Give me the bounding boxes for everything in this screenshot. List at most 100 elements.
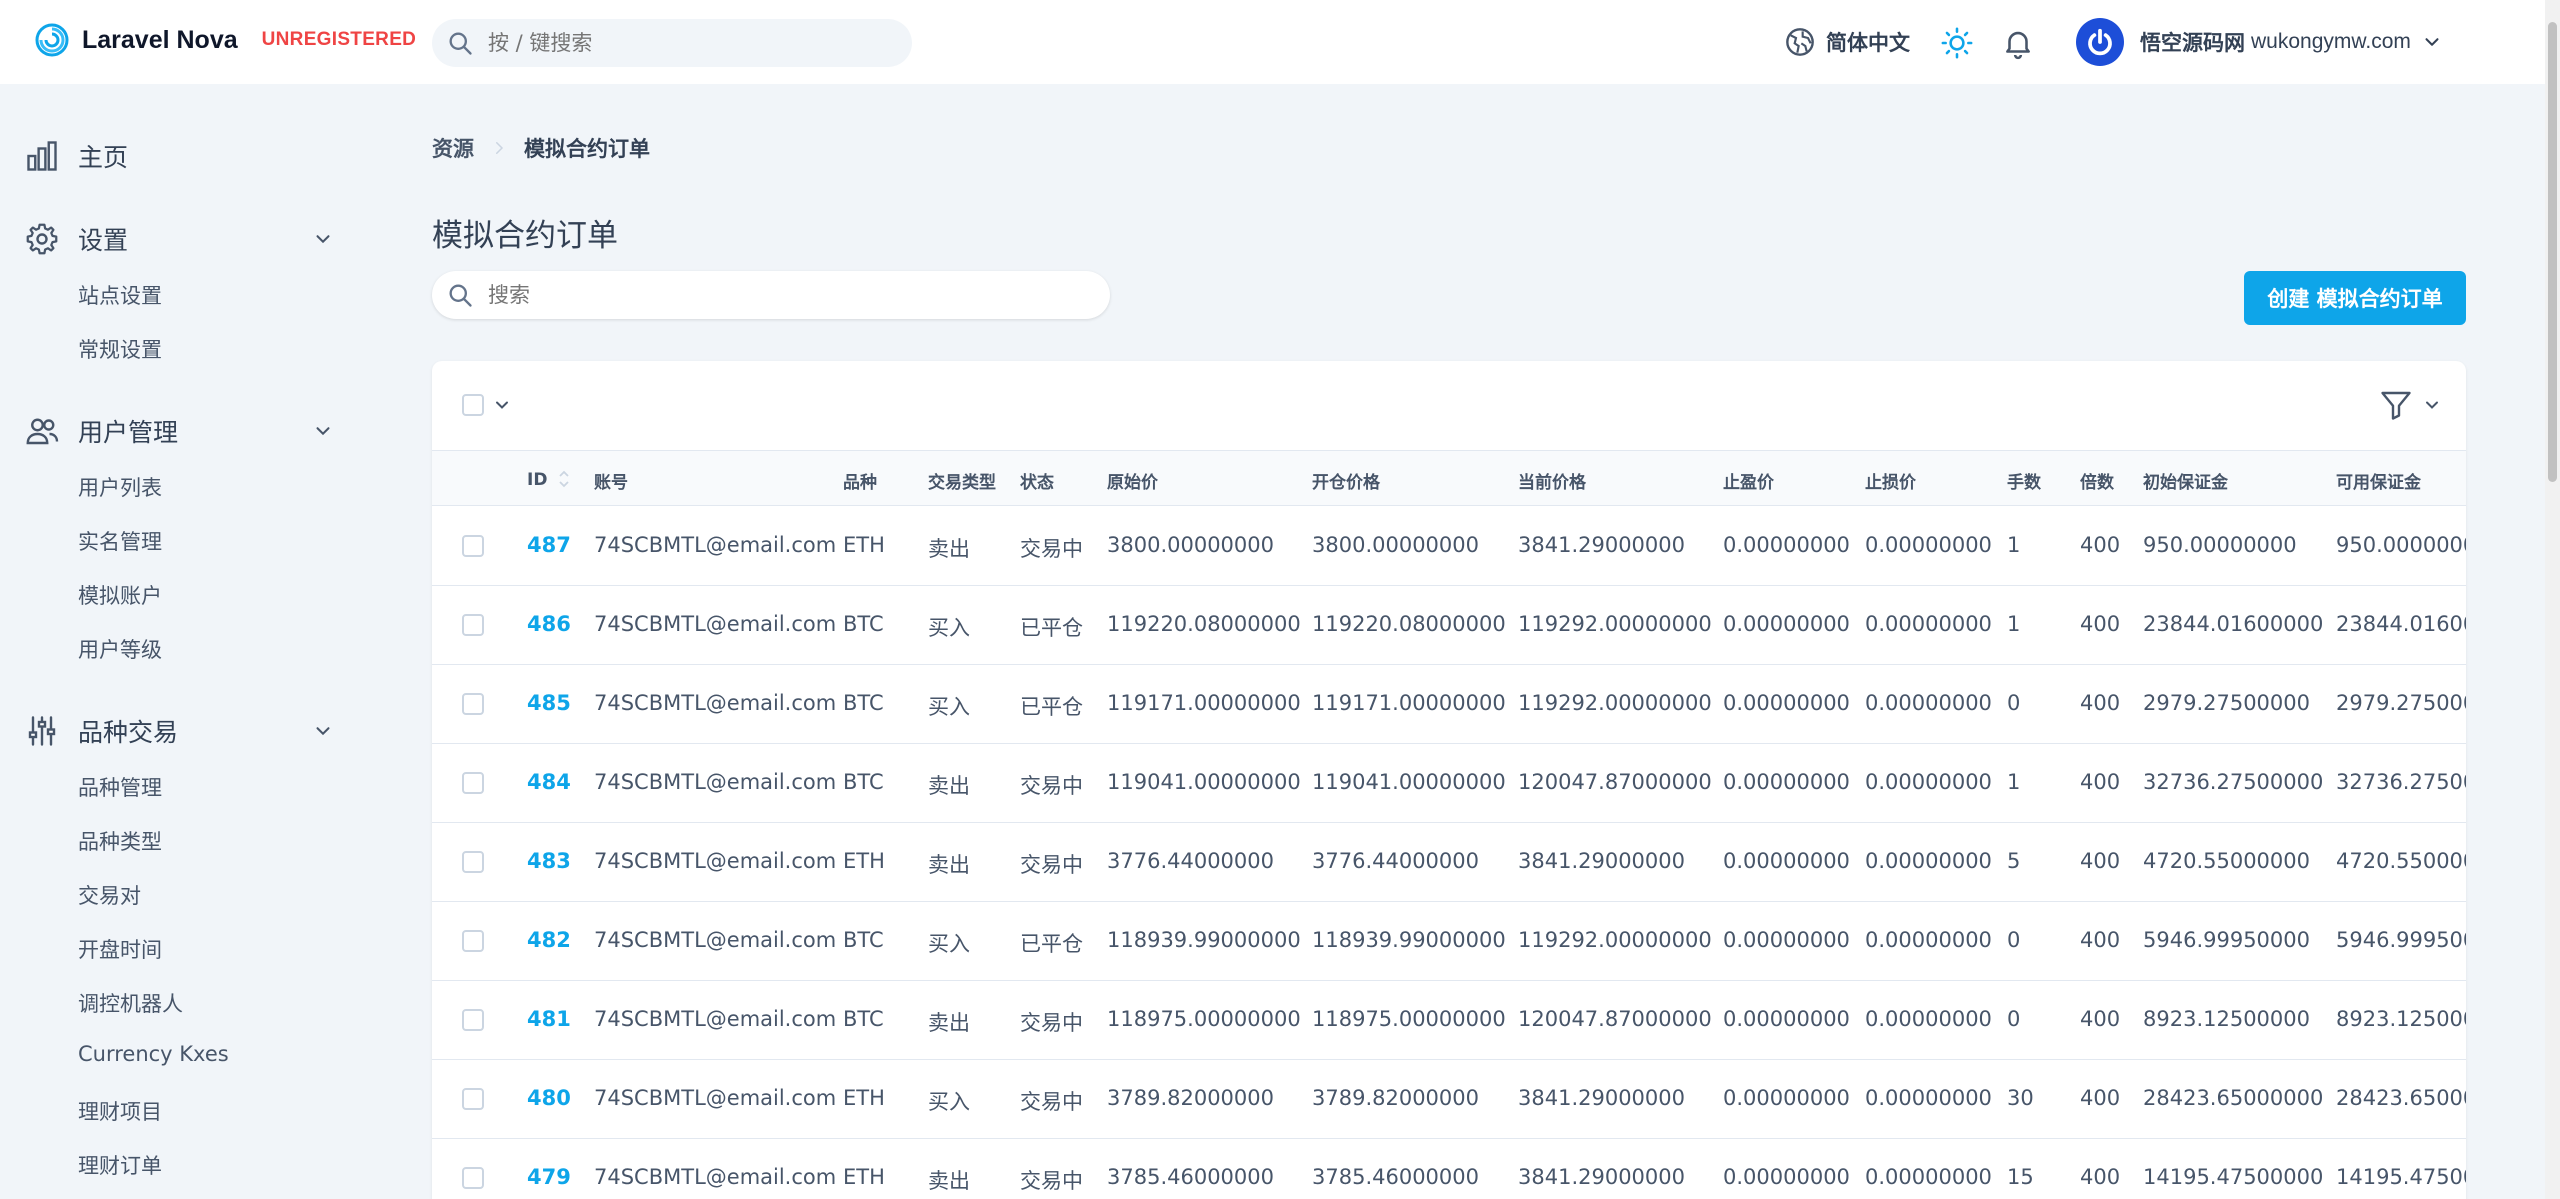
chevron-down-icon [2426,401,2438,409]
sort-icon [559,470,570,488]
table-row[interactable]: 479 74SCBMTL@email.com ETH 卖出 交易中 3785.460000… [432,1139,2466,1199]
cell-id[interactable]: 486 [527,612,571,636]
sidebar-item-general-settings[interactable]: 常规设置 [78,334,162,364]
row-checkbox[interactable] [462,772,484,794]
user-menu[interactable]: 悟空源码网 wukongymw.com [2076,18,2443,66]
sidebar-item-kyc[interactable]: 实名管理 [78,526,162,556]
language-switcher[interactable]: 简体中文 [1784,26,1910,58]
bell-icon[interactable] [2001,26,2035,60]
cell-id[interactable]: 487 [527,533,571,557]
sidebar-group-trading[interactable]: 品种交易 [24,713,334,749]
sidebar-item-site-settings[interactable]: 站点设置 [78,280,162,310]
cell-id[interactable]: 483 [527,849,571,873]
cell-trade-type: 买入 [928,695,970,719]
cell-id[interactable]: 484 [527,770,571,794]
sidebar-item-user-list[interactable]: 用户列表 [78,472,162,502]
global-search-input[interactable] [488,31,888,55]
table-header: ID 账号 品种 交易类型 状态 原始价 开仓价格 当前价格 止盈价 止损价 手… [432,451,2466,506]
cell-id[interactable]: 482 [527,928,571,952]
search-icon [449,32,472,55]
row-checkbox[interactable] [462,930,484,952]
cell-id[interactable]: 479 [527,1165,571,1189]
table-row[interactable]: 482 74SCBMTL@email.com BTC 买入 已平仓 118939.9900… [432,902,2466,981]
row-checkbox[interactable] [462,851,484,873]
cell-lots: 1 [2007,533,2021,557]
sidebar-group-settings[interactable]: 设置 [24,221,334,257]
resource-search-input[interactable] [488,283,1068,307]
table-row[interactable]: 486 74SCBMTL@email.com BTC 买入 已平仓 119220.0800… [432,586,2466,665]
cell-id[interactable]: 485 [527,691,571,715]
cell-take-profit: 0.00000000 [1723,1086,1850,1110]
cell-original-price: 3800.00000000 [1107,533,1275,557]
sun-icon[interactable] [1940,26,1974,60]
cell-stop-loss: 0.00000000 [1865,1086,1992,1110]
sidebar-item-opening-hours[interactable]: 开盘时间 [78,934,162,964]
table-row[interactable]: 484 74SCBMTL@email.com BTC 卖出 交易中 119041.0000… [432,744,2466,823]
select-all-checkbox[interactable] [462,394,484,416]
page-scrollbar[interactable] [2545,0,2560,1199]
sidebar-item-label: 设置 [78,226,129,255]
cell-id[interactable]: 480 [527,1086,571,1110]
filter-dropdown[interactable] [2378,387,2442,423]
resource-search[interactable] [432,271,1110,319]
cell-trade-type: 卖出 [928,537,970,561]
cell-leverage: 400 [2080,691,2121,715]
user-email: wukongymw.com [2251,30,2411,53]
row-checkbox[interactable] [462,693,484,715]
cell-account: 74SCBMTL@email.com [594,1165,837,1189]
column-available-margin: 可用保证金 [2336,473,2421,493]
table-row[interactable]: 483 74SCBMTL@email.com ETH 卖出 交易中 3776.440000… [432,823,2466,902]
sidebar-group-users[interactable]: 用户管理 [24,413,334,449]
row-checkbox[interactable] [462,535,484,557]
global-search[interactable] [432,19,912,67]
brand-logo[interactable]: Laravel Nova UNREGISTERED [34,22,416,58]
create-order-button[interactable]: 创建 模拟合约订单 [2244,271,2466,325]
sidebar-item-trading-pairs[interactable]: 交易对 [78,880,141,910]
cell-leverage: 400 [2080,1086,2121,1110]
resource-table-card: ID 账号 品种 交易类型 状态 原始价 开仓价格 当前价格 止盈价 止损价 手… [432,361,2466,1199]
sidebar-item-control-robot[interactable]: 调控机器人 [78,988,183,1018]
sidebar-item-demo-accounts[interactable]: 模拟账户 [78,580,162,610]
cell-status: 已平仓 [1020,616,1083,640]
select-all-control[interactable] [462,394,512,416]
sidebar-item-user-levels[interactable]: 用户等级 [78,634,162,664]
row-checkbox[interactable] [462,614,484,636]
cell-account: 74SCBMTL@email.com [594,1007,837,1031]
breadcrumb-root[interactable]: 资源 [432,133,474,163]
cell-lots: 30 [2007,1086,2034,1110]
sidebar-item-currency-kxes[interactable]: Currency Kxes [78,1042,229,1066]
cell-lots: 0 [2007,691,2021,715]
cell-initial-margin: 2979.27500000 [2143,691,2311,715]
cell-status: 已平仓 [1020,932,1083,956]
top-header: Laravel Nova UNREGISTERED 简体中文 悟空源码网 wuk… [0,0,2545,84]
cell-available-margin: 23844.01600 [2336,612,2466,636]
unregistered-badge: UNREGISTERED [261,29,417,50]
table-row[interactable]: 480 74SCBMTL@email.com ETH 买入 交易中 3789.820000… [432,1060,2466,1139]
cell-symbol: ETH [843,1165,885,1189]
row-checkbox[interactable] [462,1009,484,1031]
column-open-price: 开仓价格 [1312,473,1380,493]
cell-symbol: BTC [843,691,884,715]
cell-available-margin: 2979.275000 [2336,691,2466,715]
sidebar-item-wealth-orders[interactable]: 理财订单 [78,1150,162,1180]
sidebar-item-symbol-management[interactable]: 品种管理 [78,772,162,802]
sidebar-item-wealth-projects[interactable]: 理财项目 [78,1096,162,1126]
users-icon [26,418,59,445]
scrollbar-thumb[interactable] [2548,22,2557,482]
cell-lots: 0 [2007,928,2021,952]
cell-leverage: 400 [2080,849,2121,873]
table-row[interactable]: 485 74SCBMTL@email.com BTC 买入 已平仓 119171.0000… [432,665,2466,744]
table-row[interactable]: 487 74SCBMTL@email.com ETH 卖出 交易中 3800.000000… [432,507,2466,586]
cell-id[interactable]: 481 [527,1007,571,1031]
column-id[interactable]: ID [527,468,571,490]
row-checkbox[interactable] [462,1167,484,1189]
cell-take-profit: 0.00000000 [1723,849,1850,873]
cell-stop-loss: 0.00000000 [1865,849,1992,873]
sidebar-item-symbol-types[interactable]: 品种类型 [78,826,162,856]
row-checkbox[interactable] [462,1088,484,1110]
chevron-down-icon[interactable] [492,395,512,415]
table-row[interactable]: 481 74SCBMTL@email.com BTC 卖出 交易中 118975.0000… [432,981,2466,1060]
cell-account: 74SCBMTL@email.com [594,1086,837,1110]
cell-account: 74SCBMTL@email.com [594,770,837,794]
sidebar-item-home[interactable]: 主页 [24,138,334,174]
